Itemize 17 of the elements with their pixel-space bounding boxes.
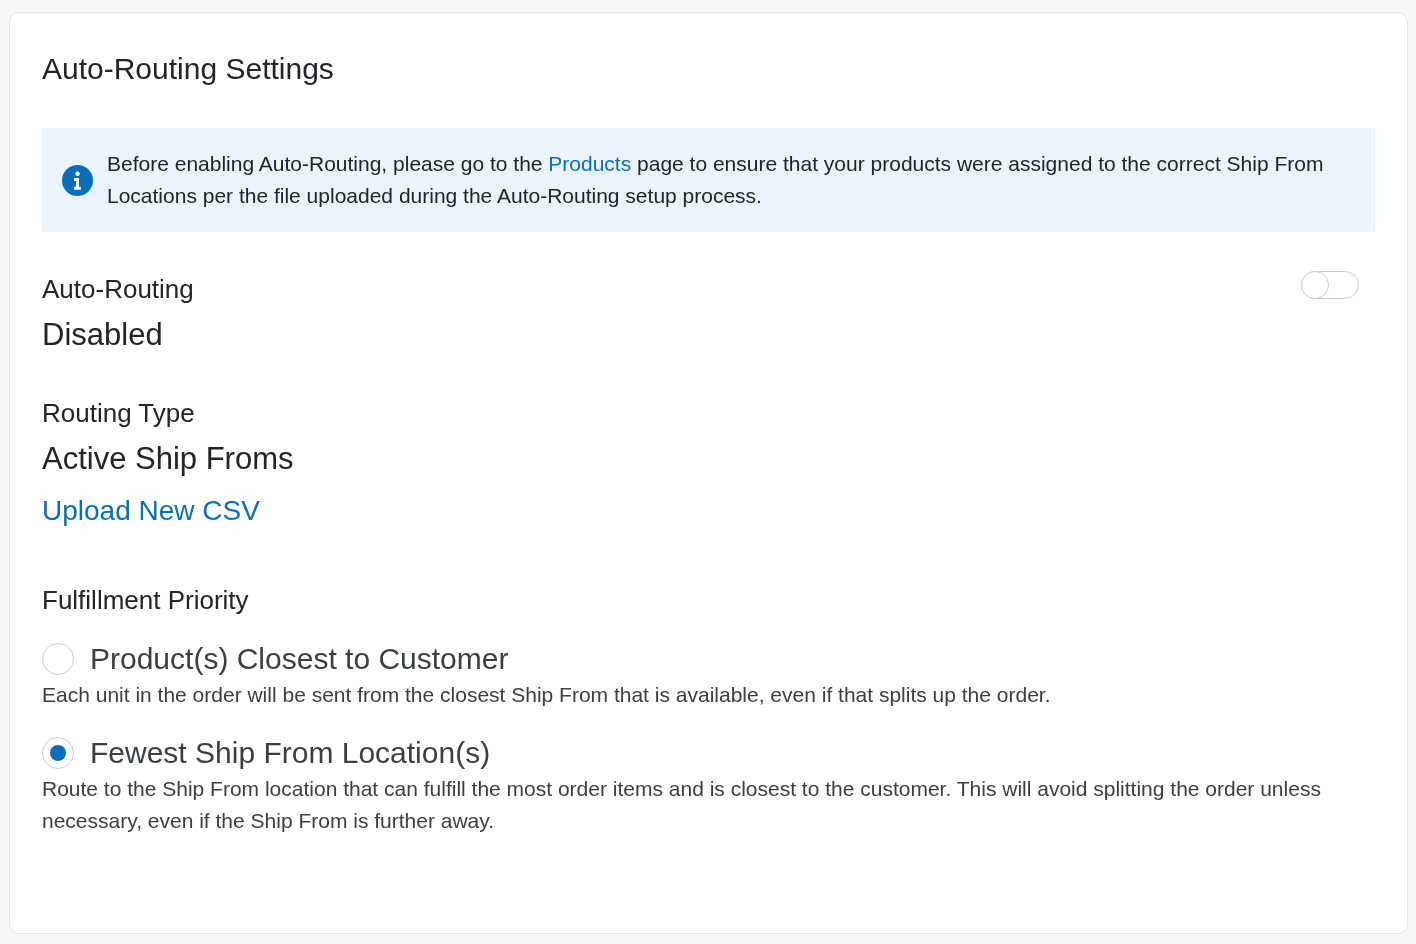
- toggle-switch[interactable]: [1301, 271, 1359, 299]
- page-title: Auto-Routing Settings: [42, 51, 335, 87]
- option-description: Each unit in the order will be sent from the closest Ship From that is available, even if that splits up the order.: [42, 682, 1052, 708]
- upload-csv-link[interactable]: Upload New CSV: [42, 493, 260, 529]
- status-text: Disabled: [42, 316, 164, 354]
- option-description: Route to the Ship From location that can fulfill the most order items and is closest to the customer. This will avoid splitting the order unless necessary, even if the Ship From is further away.: [42, 776, 1322, 834]
- radio-button[interactable]: [42, 737, 74, 769]
- option-label[interactable]: Fewest Ship From Location(s): [90, 733, 491, 773]
- notice-text: Before enabling Auto-Routing, please go to the Products page to ensure that your products were assigned to the correct Ship From Locations per the file uploaded during the Auto-Routing setup process.: [107, 151, 1325, 209]
- info-icon: [62, 164, 93, 196]
- products-link[interactable]: Products: [548, 152, 632, 175]
- setting-label: Auto-Routing: [42, 273, 194, 306]
- option-label[interactable]: Product(s) Closest to Customer: [90, 639, 509, 679]
- section-heading: Fulfillment Priority: [42, 584, 250, 617]
- radio-button[interactable]: [42, 643, 74, 675]
- routing-type-value: Active Ship Froms: [42, 440, 295, 478]
- setting-label: Routing Type: [42, 397, 196, 430]
